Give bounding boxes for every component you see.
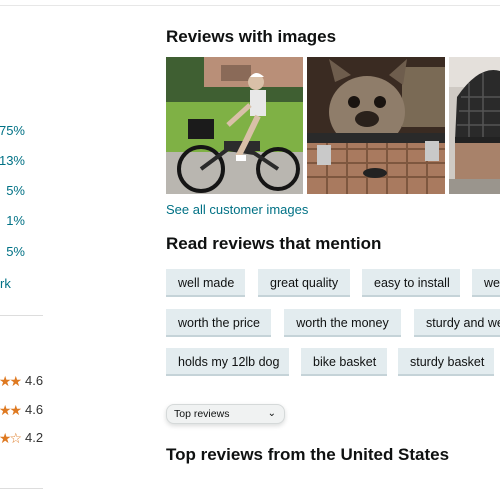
feature-rating-row: ★★☆ 4.2 bbox=[0, 430, 60, 446]
mention-chip[interactable]: worth the price bbox=[166, 309, 271, 337]
mention-chip[interactable]: well made bbox=[166, 269, 245, 297]
reviews-with-images-heading: Reviews with images bbox=[166, 27, 337, 46]
sort-reviews-dropdown[interactable]: Top reviews ⌄ bbox=[166, 404, 285, 424]
rating-5-percent-link[interactable]: 75% bbox=[0, 123, 25, 138]
mention-chip[interactable]: we bbox=[472, 269, 500, 297]
sort-selected-value: Top reviews bbox=[174, 408, 230, 420]
feature-rating-row: ★★★ 4.6 bbox=[0, 373, 60, 389]
customer-image-basket[interactable] bbox=[449, 57, 500, 194]
feature-rating-value: 4.2 bbox=[25, 430, 44, 445]
feature-rating-value: 4.6 bbox=[25, 373, 44, 388]
customer-image-bike[interactable] bbox=[166, 57, 303, 194]
rating-1-percent-link[interactable]: 5% bbox=[6, 244, 25, 259]
see-all-customer-images-link[interactable]: See all customer images bbox=[166, 202, 308, 217]
star-rating-icon: ★★★ bbox=[0, 373, 22, 389]
chevron-down-icon: ⌄ bbox=[267, 408, 276, 419]
mention-chip[interactable]: sturdy and we bbox=[414, 309, 500, 337]
rating-2-percent-link[interactable]: 1% bbox=[6, 213, 25, 228]
side-divider bbox=[0, 488, 43, 489]
feature-rating-row: ★★★ 4.6 bbox=[0, 402, 60, 418]
rating-4-percent-link[interactable]: 13% bbox=[0, 153, 25, 168]
mention-chip[interactable]: bike basket bbox=[301, 348, 387, 376]
read-reviews-heading: Read reviews that mention bbox=[166, 234, 382, 253]
mention-chip[interactable]: great quality bbox=[258, 269, 350, 297]
customer-image-dog[interactable] bbox=[307, 57, 445, 194]
rating-3-percent-link[interactable]: 5% bbox=[6, 183, 25, 198]
top-divider bbox=[0, 5, 500, 6]
star-rating-icon: ★★★ bbox=[0, 402, 22, 418]
side-divider bbox=[0, 315, 43, 316]
mention-chip[interactable]: sturdy basket bbox=[398, 348, 494, 376]
rating-help-link[interactable]: rk bbox=[0, 276, 11, 291]
mention-chip[interactable]: holds my 12lb dog bbox=[166, 348, 289, 376]
star-rating-icon: ★★☆ bbox=[0, 430, 22, 446]
top-reviews-heading: Top reviews from the United States bbox=[166, 445, 450, 464]
mention-chip[interactable]: easy to install bbox=[362, 269, 460, 297]
feature-rating-value: 4.6 bbox=[25, 402, 44, 417]
mention-chip[interactable]: worth the money bbox=[284, 309, 401, 337]
